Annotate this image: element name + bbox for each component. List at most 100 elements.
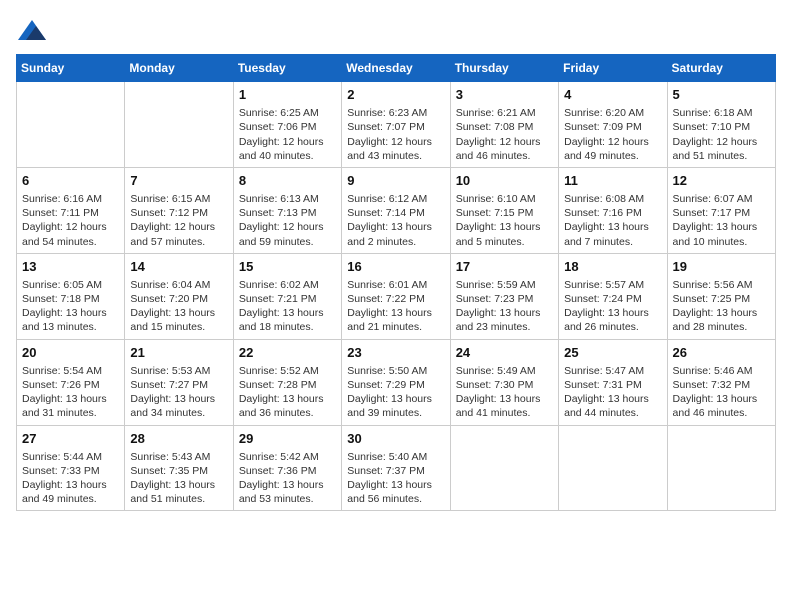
day-info: Sunrise: 6:18 AMSunset: 7:10 PMDaylight:…	[673, 106, 770, 163]
sunrise-text: Sunrise: 5:56 AM	[673, 278, 770, 292]
daylight-text: Daylight: 13 hours and 41 minutes.	[456, 392, 553, 420]
day-cell	[450, 425, 558, 511]
sunrise-text: Sunrise: 5:50 AM	[347, 364, 444, 378]
sunrise-text: Sunrise: 6:02 AM	[239, 278, 336, 292]
sunrise-text: Sunrise: 5:53 AM	[130, 364, 227, 378]
day-cell: 14Sunrise: 6:04 AMSunset: 7:20 PMDayligh…	[125, 253, 233, 339]
day-cell: 24Sunrise: 5:49 AMSunset: 7:30 PMDayligh…	[450, 339, 558, 425]
sunset-text: Sunset: 7:15 PM	[456, 206, 553, 220]
logo	[16, 16, 52, 44]
weekday-saturday: Saturday	[667, 55, 775, 82]
day-cell: 23Sunrise: 5:50 AMSunset: 7:29 PMDayligh…	[342, 339, 450, 425]
day-cell: 9Sunrise: 6:12 AMSunset: 7:14 PMDaylight…	[342, 167, 450, 253]
header	[16, 16, 776, 44]
day-cell	[667, 425, 775, 511]
day-number: 11	[564, 172, 661, 190]
day-number: 4	[564, 86, 661, 104]
day-number: 19	[673, 258, 770, 276]
sunrise-text: Sunrise: 6:16 AM	[22, 192, 119, 206]
day-number: 17	[456, 258, 553, 276]
day-info: Sunrise: 6:15 AMSunset: 7:12 PMDaylight:…	[130, 192, 227, 249]
day-info: Sunrise: 6:23 AMSunset: 7:07 PMDaylight:…	[347, 106, 444, 163]
day-cell: 25Sunrise: 5:47 AMSunset: 7:31 PMDayligh…	[559, 339, 667, 425]
day-info: Sunrise: 5:52 AMSunset: 7:28 PMDaylight:…	[239, 364, 336, 421]
sunrise-text: Sunrise: 6:15 AM	[130, 192, 227, 206]
day-info: Sunrise: 5:47 AMSunset: 7:31 PMDaylight:…	[564, 364, 661, 421]
day-number: 1	[239, 86, 336, 104]
week-row-0: 1 Sunrise: 6:25 AMSunset: 7:06 PMDaylight…	[17, 82, 776, 168]
daylight-text: Daylight: 13 hours and 46 minutes.	[673, 392, 770, 420]
day-cell	[559, 425, 667, 511]
day-number: 16	[347, 258, 444, 276]
day-cell: 1 Sunrise: 6:25 AMSunset: 7:06 PMDaylight…	[233, 82, 341, 168]
day-cell: 8Sunrise: 6:13 AMSunset: 7:13 PMDaylight…	[233, 167, 341, 253]
sunset-text: Sunset: 7:35 PM	[130, 464, 227, 478]
day-info: Sunrise: 6:16 AMSunset: 7:11 PMDaylight:…	[22, 192, 119, 249]
day-number: 28	[130, 430, 227, 448]
day-cell: 18Sunrise: 5:57 AMSunset: 7:24 PMDayligh…	[559, 253, 667, 339]
sunrise-text: Sunrise: 5:47 AM	[564, 364, 661, 378]
day-info: Sunrise: 6:13 AMSunset: 7:13 PMDaylight:…	[239, 192, 336, 249]
sunset-text: Sunset: 7:18 PM	[22, 292, 119, 306]
sunset-text: Sunset: 7:32 PM	[673, 378, 770, 392]
daylight-text: Daylight: 13 hours and 36 minutes.	[239, 392, 336, 420]
daylight-text: Daylight: 13 hours and 13 minutes.	[22, 306, 119, 334]
day-info: Sunrise: 6:10 AMSunset: 7:15 PMDaylight:…	[456, 192, 553, 249]
day-info: Sunrise: 5:40 AMSunset: 7:37 PMDaylight:…	[347, 450, 444, 507]
day-number: 14	[130, 258, 227, 276]
daylight-text: Daylight: 13 hours and 5 minutes.	[456, 220, 553, 248]
day-info: Sunrise: 6:21 AMSunset: 7:08 PMDaylight:…	[456, 106, 553, 163]
day-number: 2	[347, 86, 444, 104]
day-number: 23	[347, 344, 444, 362]
day-info: Sunrise: 5:44 AMSunset: 7:33 PMDaylight:…	[22, 450, 119, 507]
sunrise-text: Sunrise: 6:05 AM	[22, 278, 119, 292]
day-info: Sunrise: 6:02 AMSunset: 7:21 PMDaylight:…	[239, 278, 336, 335]
sunrise-text: Sunrise: 6:12 AM	[347, 192, 444, 206]
day-cell: 12Sunrise: 6:07 AMSunset: 7:17 PMDayligh…	[667, 167, 775, 253]
day-number: 20	[22, 344, 119, 362]
day-cell: 16Sunrise: 6:01 AMSunset: 7:22 PMDayligh…	[342, 253, 450, 339]
daylight-text: Daylight: 13 hours and 10 minutes.	[673, 220, 770, 248]
daylight-text: Daylight: 13 hours and 56 minutes.	[347, 478, 444, 506]
daylight-text: Daylight: 13 hours and 23 minutes.	[456, 306, 553, 334]
daylight-text: Daylight: 13 hours and 34 minutes.	[130, 392, 227, 420]
daylight-text: Daylight: 12 hours and 49 minutes.	[564, 135, 661, 163]
sunrise-text: Sunrise: 6:21 AM	[456, 106, 553, 120]
daylight-text: Daylight: 13 hours and 21 minutes.	[347, 306, 444, 334]
day-info: Sunrise: 6:25 AMSunset: 7:06 PMDaylight:…	[239, 106, 336, 163]
day-cell: 15Sunrise: 6:02 AMSunset: 7:21 PMDayligh…	[233, 253, 341, 339]
sunset-text: Sunset: 7:21 PM	[239, 292, 336, 306]
sunrise-text: Sunrise: 5:52 AM	[239, 364, 336, 378]
day-cell: 27Sunrise: 5:44 AMSunset: 7:33 PMDayligh…	[17, 425, 125, 511]
sunrise-text: Sunrise: 6:04 AM	[130, 278, 227, 292]
sunset-text: Sunset: 7:28 PM	[239, 378, 336, 392]
day-cell: 13 Sunrise: 6:05 AMSunset: 7:18 PMDayligh…	[17, 253, 125, 339]
sunset-text: Sunset: 7:30 PM	[456, 378, 553, 392]
weekday-header: SundayMondayTuesdayWednesdayThursdayFrid…	[17, 55, 776, 82]
sunrise-text: Sunrise: 6:25 AM	[239, 106, 336, 120]
sunset-text: Sunset: 7:08 PM	[456, 120, 553, 134]
daylight-text: Daylight: 13 hours and 7 minutes.	[564, 220, 661, 248]
day-cell: 30Sunrise: 5:40 AMSunset: 7:37 PMDayligh…	[342, 425, 450, 511]
weekday-friday: Friday	[559, 55, 667, 82]
day-cell: 5Sunrise: 6:18 AMSunset: 7:10 PMDaylight…	[667, 82, 775, 168]
day-info: Sunrise: 5:42 AMSunset: 7:36 PMDaylight:…	[239, 450, 336, 507]
day-cell	[17, 82, 125, 168]
sunset-text: Sunset: 7:12 PM	[130, 206, 227, 220]
daylight-text: Daylight: 13 hours and 44 minutes.	[564, 392, 661, 420]
day-number: 22	[239, 344, 336, 362]
day-number: 6	[22, 172, 119, 190]
day-cell: 26Sunrise: 5:46 AMSunset: 7:32 PMDayligh…	[667, 339, 775, 425]
day-info: Sunrise: 5:57 AMSunset: 7:24 PMDaylight:…	[564, 278, 661, 335]
day-number: 3	[456, 86, 553, 104]
daylight-text: Daylight: 13 hours and 28 minutes.	[673, 306, 770, 334]
sunrise-text: Sunrise: 5:40 AM	[347, 450, 444, 464]
day-cell	[125, 82, 233, 168]
day-cell: 6 Sunrise: 6:16 AMSunset: 7:11 PMDaylight…	[17, 167, 125, 253]
day-cell: 20Sunrise: 5:54 AMSunset: 7:26 PMDayligh…	[17, 339, 125, 425]
daylight-text: Daylight: 12 hours and 54 minutes.	[22, 220, 119, 248]
daylight-text: Daylight: 12 hours and 43 minutes.	[347, 135, 444, 163]
day-cell: 29Sunrise: 5:42 AMSunset: 7:36 PMDayligh…	[233, 425, 341, 511]
sunrise-text: Sunrise: 5:49 AM	[456, 364, 553, 378]
day-number: 13	[22, 258, 119, 276]
